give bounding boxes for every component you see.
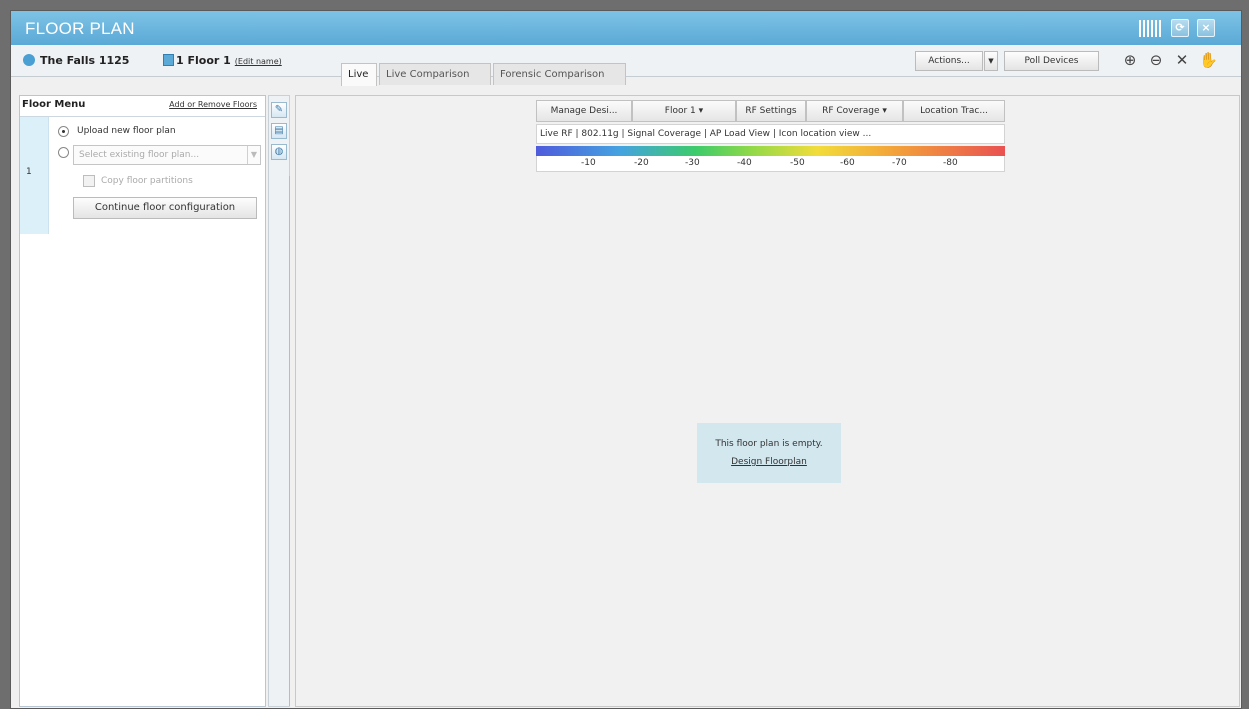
floor-plan-window: FLOOR PLAN ⟳ × The Falls 1125 1 Floor 1 (…: [10, 10, 1242, 709]
floor-menu-header: Floor Menu Add or Remove Floors: [20, 96, 265, 117]
scale-tick: -70: [892, 158, 907, 168]
site-icon: [23, 54, 35, 66]
rf-toolbar: Manage Desi... Floor 1 ▾ RF Settings RF …: [536, 100, 1005, 180]
signal-scale: -10 -20 -30 -40 -50 -60 -70 -80: [536, 156, 1005, 172]
floor-selector[interactable]: 1 Floor 1 (Edit name): [163, 54, 282, 67]
edit-name-link[interactable]: (Edit name): [235, 57, 282, 66]
close-icon[interactable]: ×: [1197, 19, 1215, 37]
rf-coverage-dropdown[interactable]: RF Coverage ▾: [806, 100, 903, 122]
pencil-icon[interactable]: ✎: [271, 102, 287, 118]
zoom-out-icon[interactable]: ⊖: [1147, 51, 1165, 69]
site-name: The Falls 1125: [40, 54, 130, 67]
select-placeholder: Select existing floor plan...: [79, 150, 200, 160]
empty-message: This floor plan is empty.: [715, 439, 823, 449]
globe-icon[interactable]: ◍: [271, 144, 287, 160]
tab-live[interactable]: Live: [341, 63, 377, 86]
floor-name: 1 Floor 1: [176, 54, 231, 67]
floor-toolbar: The Falls 1125 1 Floor 1 (Edit name) Live…: [11, 45, 1241, 86]
fit-screen-icon[interactable]: ✕: [1173, 51, 1191, 69]
scale-tick: -10: [581, 158, 596, 168]
floor-canvas[interactable]: Manage Desi... Floor 1 ▾ RF Settings RF …: [295, 95, 1240, 707]
rf-coverage-label: RF Coverage: [822, 106, 880, 116]
chevron-down-icon: ▾: [882, 106, 887, 116]
chevron-down-icon: ▼: [247, 146, 260, 164]
poll-devices-button[interactable]: Poll Devices: [1004, 51, 1099, 71]
floor-dropdown[interactable]: Floor 1 ▾: [632, 100, 736, 122]
location-tracking-button[interactable]: Location Trac...: [903, 100, 1005, 122]
signal-gradient: [536, 146, 1005, 156]
copy-partitions-label: Copy floor partitions: [101, 176, 193, 186]
tab-forensic-comparison[interactable]: Forensic Comparison: [493, 63, 626, 85]
upload-label: Upload new floor plan: [77, 126, 176, 136]
scale-tick: -80: [943, 158, 958, 168]
copy-partitions-checkbox[interactable]: [83, 175, 95, 187]
zoom-in-icon[interactable]: ⊕: [1121, 51, 1139, 69]
tab-live-comparison[interactable]: Live Comparison: [379, 63, 491, 85]
title-bar: FLOOR PLAN ⟳ ×: [11, 11, 1241, 45]
vertical-toolbar: ✎ ▤ ◍: [268, 95, 290, 707]
rf-status-line: Live RF | 802.11g | Signal Coverage | AP…: [536, 124, 1005, 144]
floor-icon: [163, 54, 174, 66]
site-label: The Falls 1125: [23, 54, 129, 67]
toolbar-divider: [289, 176, 290, 706]
floor-menu-title: Floor Menu: [22, 99, 86, 110]
window-title: FLOOR PLAN: [25, 19, 135, 38]
existing-floor-plan-select[interactable]: Select existing floor plan... ▼: [73, 145, 261, 165]
scale-tick: -50: [790, 158, 805, 168]
rf-settings-button[interactable]: RF Settings: [736, 100, 806, 122]
scale-tick: -40: [737, 158, 752, 168]
scale-tick: -20: [634, 158, 649, 168]
continue-floor-config-button[interactable]: Continue floor configuration: [73, 197, 257, 219]
manage-design-button[interactable]: Manage Desi...: [536, 100, 632, 122]
refresh-icon[interactable]: ⟳: [1171, 19, 1189, 37]
pan-hand-icon[interactable]: ✋: [1199, 51, 1218, 69]
chevron-down-icon: ▾: [698, 106, 704, 116]
floor-config-options: Upload new floor plan Select existing fl…: [48, 117, 265, 234]
scale-tick: -30: [685, 158, 700, 168]
floor-menu-panel: Floor Menu Add or Remove Floors 1 Upload…: [19, 95, 266, 707]
actions-label: Actions...: [928, 56, 970, 66]
grip-icon[interactable]: [1139, 20, 1161, 37]
add-remove-floors-link[interactable]: Add or Remove Floors: [169, 100, 257, 109]
design-floorplan-link[interactable]: Design Floorplan: [697, 457, 841, 467]
floor-row: 1 Upload new floor plan Select existing …: [20, 117, 265, 234]
floor-dropdown-label: Floor 1: [664, 106, 696, 116]
floor-number: 1: [26, 167, 32, 177]
layers-icon[interactable]: ▤: [271, 123, 287, 139]
select-existing-radio[interactable]: [58, 147, 69, 158]
scale-tick: -60: [840, 158, 855, 168]
actions-dropdown[interactable]: Actions...: [915, 51, 983, 71]
empty-floor-notice: This floor plan is empty. Design Floorpl…: [697, 423, 841, 483]
upload-radio[interactable]: [58, 126, 69, 137]
actions-arrow-icon[interactable]: ▼: [984, 51, 998, 71]
